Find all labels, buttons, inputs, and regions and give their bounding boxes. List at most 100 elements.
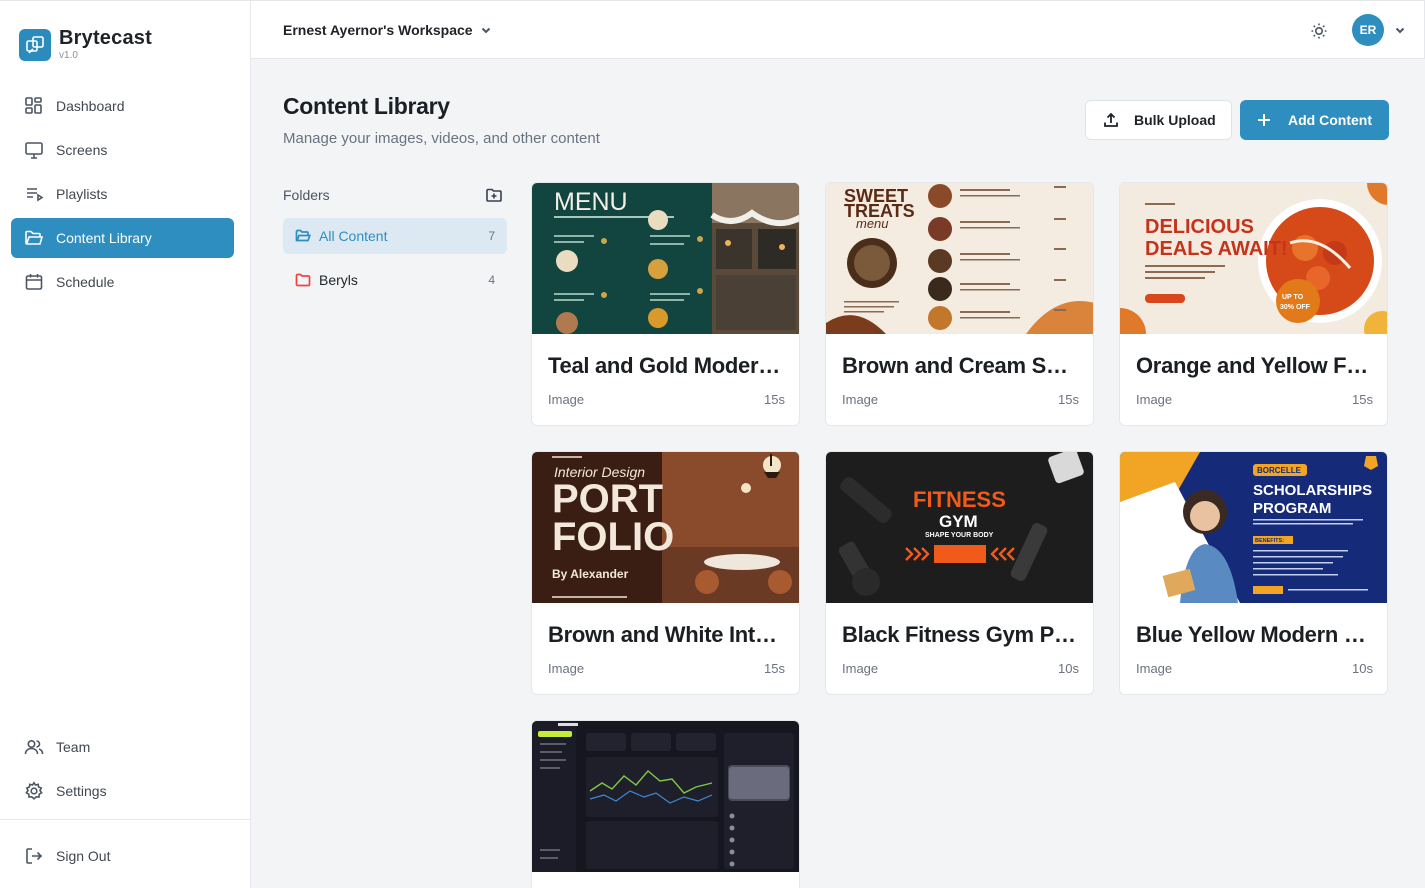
content-card[interactable]: UP TO 30% OFF DELICIOUS DEALS AWAIT! Ora…	[1119, 182, 1388, 426]
thumb-text: menu	[856, 216, 889, 231]
chevron-down-icon	[481, 27, 490, 34]
card-title: Blue Yellow Modern Scholarship	[1136, 622, 1373, 647]
card-type: Image	[1136, 661, 1173, 676]
card-type: Image	[842, 392, 879, 407]
card-title: Brown and Cream Sweet Treats Menu	[842, 353, 1079, 378]
add-content-button[interactable]: Add Content	[1240, 100, 1389, 140]
new-folder-button[interactable]	[485, 186, 503, 204]
card-type: Image	[548, 661, 585, 676]
user-menu-toggle[interactable]	[1393, 23, 1407, 37]
thumb-text: MENU	[554, 188, 628, 216]
folder-count: 7	[488, 229, 495, 243]
workspace-switcher[interactable]: Ernest Ayernor's Workspace	[283, 22, 493, 38]
brytecast-logo-icon	[19, 29, 51, 61]
thumb-text: SHAPE YOUR BODY	[925, 532, 994, 539]
thumb-text: UP TO	[1282, 294, 1304, 301]
card-meta: Image 15s	[548, 661, 785, 676]
sidebar-item-settings[interactable]: Settings	[11, 771, 234, 811]
folder-open-icon	[295, 229, 311, 242]
workspace-name: Ernest Ayernor's Workspace	[283, 22, 473, 38]
users-icon	[24, 739, 44, 755]
content-thumbnail: MENU	[532, 183, 799, 334]
content-thumbnail: SWEET TREATS menu	[826, 183, 1093, 334]
bulk-upload-button[interactable]: Bulk Upload	[1085, 100, 1232, 140]
content-card[interactable]: Interior Design PORT FOLIO By Alexander …	[531, 451, 800, 695]
thumb-text: DEALS AWAIT!	[1145, 238, 1288, 260]
sign-out-button[interactable]: Sign Out	[11, 836, 234, 876]
folders-title: Folders	[283, 187, 330, 203]
main-nav: Dashboard Screens Playlists Content Libr…	[11, 86, 234, 306]
content-thumbnail	[532, 721, 799, 872]
card-duration: 15s	[1058, 392, 1079, 407]
card-title: Brown and White Interior Portfolio	[548, 622, 785, 647]
thumb-text: By Alexander	[552, 567, 629, 581]
content-card[interactable]: FITNESS GYM SHAPE YOUR BODY Black Fitnes…	[825, 451, 1094, 695]
calendar-icon	[25, 274, 43, 290]
sign-out-icon	[26, 848, 43, 864]
sidebar-item-label: Screens	[56, 142, 108, 158]
card-duration: 10s	[1058, 661, 1079, 676]
card-type: Image	[1136, 392, 1173, 407]
card-title: Black Fitness Gym Poster	[842, 622, 1079, 647]
content-card[interactable]	[531, 720, 800, 888]
card-meta: Image 15s	[1136, 392, 1373, 407]
sidebar-item-team[interactable]: Team	[11, 727, 234, 767]
sidebar-item-label: Team	[56, 739, 91, 755]
app-version: v1.0	[59, 50, 78, 61]
add-content-label: Add Content	[1288, 112, 1372, 128]
folder-beryls[interactable]: Beryls 4	[283, 262, 507, 298]
folder-name: All Content	[319, 228, 388, 244]
sun-icon	[1311, 23, 1327, 39]
thumb-text: 30% OFF	[1280, 304, 1311, 311]
content-card[interactable]: SWEET TREATS menu Brown and Cream Sweet …	[825, 182, 1094, 426]
gear-icon	[25, 781, 43, 800]
dashboard-icon	[25, 97, 42, 114]
card-duration: 15s	[764, 392, 785, 407]
card-type: Image	[548, 392, 585, 407]
sidebar-item-playlists[interactable]: Playlists	[11, 174, 234, 214]
sidebar-item-label: Playlists	[56, 186, 108, 202]
avatar[interactable]: ER	[1352, 14, 1384, 46]
thumb-text: SCHOLARSHIPS	[1253, 482, 1372, 499]
content-thumbnail: FITNESS GYM SHAPE YOUR BODY	[826, 452, 1093, 603]
brand[interactable]: Brytecast v1.0	[19, 27, 152, 61]
page-title: Content Library	[283, 93, 450, 119]
folder-name: Beryls	[319, 272, 358, 288]
folder-count: 4	[488, 273, 495, 287]
sidebar-item-label: Dashboard	[56, 98, 125, 114]
thumb-text: FITNESS	[913, 487, 1006, 512]
theme-toggle-button[interactable]	[1310, 22, 1328, 40]
sidebar-item-content-library[interactable]: Content Library	[11, 218, 234, 258]
thumb-text: GYM	[939, 512, 978, 531]
card-meta: Image 15s	[548, 392, 785, 407]
card-duration: 15s	[764, 661, 785, 676]
signout-section: Sign Out	[11, 836, 234, 880]
thumb-text: DELICIOUS	[1145, 216, 1254, 238]
thumb-text: FOLIO	[552, 515, 674, 559]
content-card[interactable]: BORCELLE SCHOLARSHIPS PROGRAM BENEFITS: …	[1119, 451, 1388, 695]
card-meta: Image 10s	[842, 661, 1079, 676]
monitor-icon	[25, 142, 43, 159]
content-thumbnail: BORCELLE SCHOLARSHIPS PROGRAM BENEFITS:	[1120, 452, 1387, 603]
folder-all-content[interactable]: All Content 7	[283, 218, 507, 254]
card-title: Orange and Yellow Food Promo	[1136, 353, 1373, 378]
app-name: Brytecast	[59, 27, 152, 49]
sidebar-item-label: Schedule	[56, 274, 115, 290]
sidebar-divider	[0, 819, 250, 820]
card-meta: Image 10s	[1136, 661, 1373, 676]
sidebar-item-screens[interactable]: Screens	[11, 130, 234, 170]
thumb-text: BENEFITS:	[1255, 538, 1284, 544]
sidebar-item-schedule[interactable]: Schedule	[11, 262, 234, 302]
thumb-text: PROGRAM	[1253, 500, 1331, 517]
secondary-nav: Team Settings	[11, 727, 234, 815]
topbar: Ernest Ayernor's Workspace ER	[251, 0, 1425, 59]
content-thumbnail: UP TO 30% OFF DELICIOUS DEALS AWAIT!	[1120, 183, 1387, 334]
card-duration: 15s	[1352, 392, 1373, 407]
content-thumbnail: Interior Design PORT FOLIO By Alexander	[532, 452, 799, 603]
content-card[interactable]: MENU Teal and Gold Modern Menu Image 15s	[531, 182, 800, 426]
sidebar-item-dashboard[interactable]: Dashboard	[11, 86, 234, 126]
thumb-text: BORCELLE	[1257, 466, 1302, 475]
folders-header: Folders	[283, 186, 503, 204]
folder-icon	[295, 273, 311, 287]
bulk-upload-label: Bulk Upload	[1134, 112, 1216, 128]
